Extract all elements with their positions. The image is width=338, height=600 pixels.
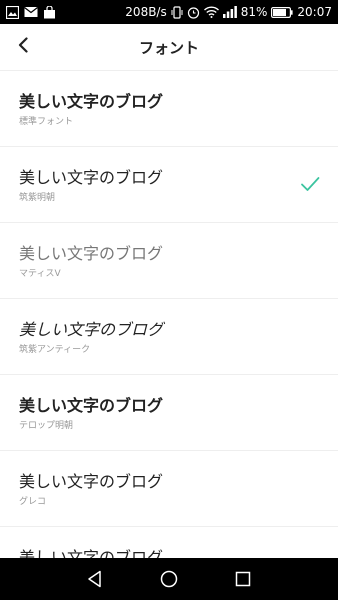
mail-notification-icon xyxy=(24,6,38,18)
app-screen: 208B/s 81% 20:07 フォント 美しい文字のブログ 標準フォント 美… xyxy=(0,0,338,600)
system-nav-bar xyxy=(0,558,338,600)
font-option-tsukushi-antique[interactable]: 美しい文字のブログ 筑紫アンティーク xyxy=(0,299,338,375)
alarm-icon xyxy=(187,6,200,19)
shopping-bag-notification-icon xyxy=(43,5,56,19)
font-name-label: マティスV xyxy=(19,269,61,279)
app-header: フォント xyxy=(0,24,338,71)
notification-icons xyxy=(6,4,56,20)
font-option-greco[interactable]: 美しい文字のブログ グレコ xyxy=(0,451,338,527)
font-name-label: 標準フォント xyxy=(19,117,74,127)
status-bar: 208B/s 81% 20:07 xyxy=(0,0,338,24)
vibrate-icon xyxy=(171,5,183,19)
font-sample-text: 美しい文字のブログ xyxy=(19,396,164,415)
font-sample-text: 美しい文字のブログ xyxy=(19,244,164,263)
font-sample-text: 美しい文字のブログ xyxy=(19,548,164,558)
page-title: フォント xyxy=(138,39,199,57)
font-sample-text: 美しい文字のブログ xyxy=(19,92,164,111)
font-sample-text: 美しい文字のブログ xyxy=(19,474,164,491)
font-name-label: グレコ xyxy=(19,497,47,507)
clock-time: 20:07 xyxy=(297,5,332,19)
nav-back-triangle-icon[interactable] xyxy=(84,568,106,590)
nav-home-circle-icon[interactable] xyxy=(158,568,180,590)
font-option-tsukushi-mincho[interactable]: 美しい文字のブログ 筑紫明朝 xyxy=(0,147,338,223)
font-option-matisse-v[interactable]: 美しい文字のブログ マティスV xyxy=(0,223,338,299)
font-sample-text: 美しい文字のブログ xyxy=(19,168,164,187)
font-option-partial[interactable]: 美しい文字のブログ xyxy=(0,527,338,558)
image-notification-icon xyxy=(6,5,19,19)
signal-icon xyxy=(222,6,237,18)
network-speed: 208B/s xyxy=(125,5,167,19)
font-name-label: 筑紫アンティーク xyxy=(19,345,91,355)
checkmark-icon xyxy=(300,174,320,194)
font-option-standard[interactable]: 美しい文字のブログ 標準フォント xyxy=(0,71,338,147)
system-status: 208B/s 81% 20:07 xyxy=(125,4,332,20)
wifi-icon xyxy=(203,6,219,18)
battery-percent: 81% xyxy=(240,5,268,19)
font-option-telop-mincho[interactable]: 美しい文字のブログ テロップ明朝 xyxy=(0,375,338,451)
nav-recent-square-icon[interactable] xyxy=(232,568,254,590)
font-list: 美しい文字のブログ 標準フォント 美しい文字のブログ 筑紫明朝 美しい文字のブロ… xyxy=(0,71,338,558)
font-name-label: テロップ明朝 xyxy=(19,421,74,431)
font-name-label: 筑紫明朝 xyxy=(19,193,56,203)
font-sample-text: 美しい文字のブログ xyxy=(19,322,164,339)
battery-icon xyxy=(271,6,294,18)
